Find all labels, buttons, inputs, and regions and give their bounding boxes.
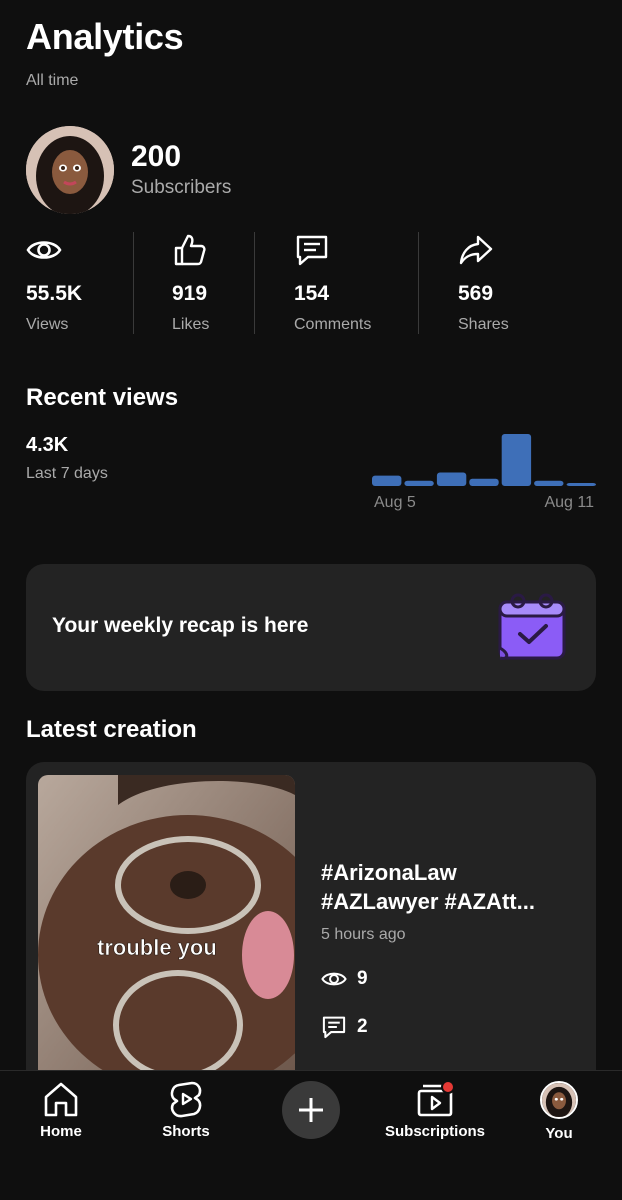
- page-header: Analytics All time: [26, 16, 184, 90]
- date-range-label[interactable]: All time: [26, 72, 183, 90]
- nav-home-label: Home: [40, 1123, 82, 1140]
- stat-divider: [133, 232, 134, 334]
- analytics-page: Analytics All time 200 Subscribers 55.5K…: [0, 0, 622, 1200]
- page-title: Analytics: [26, 16, 184, 57]
- subscriber-label: Subscribers: [131, 176, 232, 198]
- stat-divider: [254, 232, 255, 334]
- stat-likes[interactable]: 919 Likes: [172, 232, 209, 334]
- stats-row: 55.5K Views 919 Likes 154 Comments 569 S…: [0, 232, 622, 334]
- eye-icon: [321, 972, 347, 986]
- recent-views-title: Recent views: [26, 384, 179, 411]
- recap-text: Your weekly recap is here: [52, 614, 309, 637]
- chart-bar-aug-5: [372, 475, 402, 486]
- recent-views-section[interactable]: Recent views 4.3K Last 7 days Aug 5 Aug …: [26, 384, 596, 514]
- video-views-value: 9: [357, 968, 368, 990]
- stat-shares[interactable]: 569 Shares: [458, 232, 509, 334]
- nav-shorts[interactable]: Shorts: [131, 1079, 241, 1140]
- axis-end-label: Aug 11: [544, 494, 594, 511]
- stat-comments-label: Comments: [294, 316, 372, 333]
- latest-creation-title: Latest creation: [26, 716, 197, 743]
- eye-icon: [26, 241, 62, 259]
- video-views: 9: [321, 966, 571, 992]
- chart-bar-aug-6: [404, 480, 434, 486]
- stat-comments-value: 154: [294, 282, 330, 305]
- nav-home[interactable]: Home: [6, 1079, 116, 1140]
- stat-likes-label: Likes: [172, 316, 210, 333]
- stat-views[interactable]: 55.5K Views: [26, 232, 82, 334]
- create-button[interactable]: [282, 1081, 340, 1139]
- chart-bar-aug-9: [501, 434, 532, 486]
- nav-you-label: You: [545, 1125, 573, 1142]
- chart-bar-aug-7: [436, 472, 467, 486]
- axis-start-label: Aug 5: [374, 494, 416, 511]
- stat-views-value: 55.5K: [26, 282, 83, 305]
- weekly-recap-card[interactable]: Your weekly recap is here: [26, 564, 596, 691]
- comment-icon: [296, 235, 328, 266]
- chart-bar-aug-11: [566, 483, 596, 486]
- video-time: 5 hours ago: [321, 926, 406, 944]
- stat-divider: [418, 232, 419, 334]
- stat-likes-value: 919: [172, 282, 208, 305]
- subscriber-count: 200: [131, 140, 182, 174]
- notification-dot: [441, 1080, 455, 1094]
- video-thumbnail[interactable]: trouble you: [38, 775, 295, 1092]
- plus-icon: [299, 1098, 323, 1122]
- stat-views-label: Views: [26, 316, 69, 333]
- stat-shares-label: Shares: [458, 316, 509, 333]
- thumbnail-caption: trouble you: [97, 935, 217, 960]
- share-icon: [459, 235, 493, 265]
- recent-views-chart: Aug 5 Aug 11: [372, 434, 596, 511]
- chart-bar-aug-10: [534, 480, 564, 486]
- stat-comments[interactable]: 154 Comments: [294, 232, 371, 334]
- avatar: [540, 1081, 578, 1119]
- comment-icon: [322, 1016, 346, 1039]
- subscriptions-icon: [417, 1080, 455, 1117]
- stat-shares-value: 569: [458, 282, 494, 305]
- nav-subscriptions[interactable]: Subscriptions: [380, 1079, 490, 1140]
- avatar[interactable]: [26, 126, 114, 214]
- thumbs-up-icon: [174, 234, 206, 266]
- chart-bar-aug-8: [469, 478, 499, 486]
- home-icon: [44, 1082, 78, 1117]
- video-title[interactable]: #ArizonaLaw #AZLawyer #AZAtt...: [321, 858, 571, 916]
- bottom-navigation: Home Shorts Subscriptions You: [0, 1070, 622, 1200]
- video-comments-value: 2: [357, 1016, 368, 1038]
- calendar-check-icon: [498, 593, 566, 660]
- creation-info: #ArizonaLaw #AZLawyer #AZAtt... 5 hours …: [321, 858, 571, 1040]
- channel-profile: 200 Subscribers: [26, 126, 231, 214]
- nav-you[interactable]: You: [504, 1079, 614, 1142]
- shorts-icon: [170, 1081, 202, 1118]
- subscriber-summary: 200 Subscribers: [131, 141, 231, 199]
- nav-shorts-label: Shorts: [162, 1123, 210, 1140]
- latest-creation-card[interactable]: trouble you #ArizonaLaw #AZLawyer #AZAtt…: [26, 762, 596, 1092]
- video-comments: 2: [321, 1014, 571, 1040]
- nav-subscriptions-label: Subscriptions: [384, 1123, 485, 1140]
